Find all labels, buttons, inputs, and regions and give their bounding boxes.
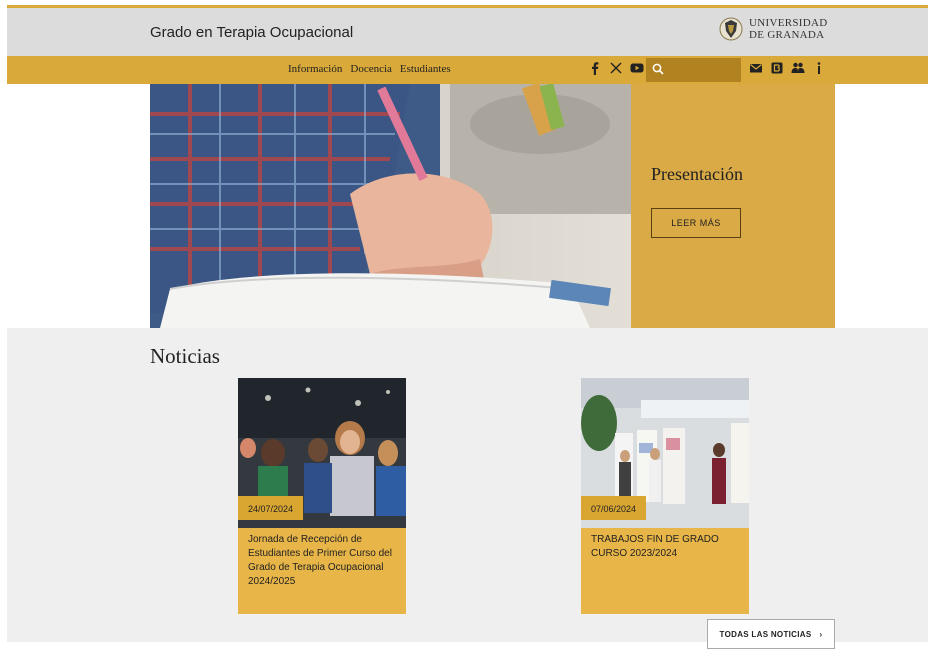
student-writing-photo (150, 84, 631, 328)
university-name: UNIVERSIDAD DE GRANADA (749, 17, 827, 41)
university-logo[interactable]: UNIVERSIDAD DE GRANADA (719, 14, 827, 44)
nav-item-docencia[interactable]: Docencia (350, 63, 392, 75)
news-card-date: 24/07/2024 (238, 496, 304, 520)
info-icon[interactable] (812, 61, 826, 75)
news-card-text: TRABAJOS FIN DE GRADO CURSO 2023/2024 (591, 534, 719, 559)
news-card-text: Jornada de Recepción de Estudiantes de P… (248, 534, 392, 587)
read-more-button[interactable]: LEER MÁS (651, 208, 741, 238)
hero-title: Presentación (651, 164, 743, 184)
mail-icon[interactable] (749, 61, 763, 75)
university-crest-icon (719, 17, 743, 41)
nav-menu: Información Docencia Estudiantes (288, 63, 451, 75)
chevron-right-icon: › (819, 629, 823, 639)
all-news-label: TODAS LAS NOTICIAS (719, 629, 812, 639)
social-links (588, 61, 644, 75)
site-title[interactable]: Grado en Terapia Ocupacional (150, 24, 353, 41)
x-icon[interactable] (609, 61, 623, 75)
search-box[interactable] (646, 58, 741, 82)
facebook-icon[interactable] (588, 61, 602, 75)
search-input[interactable] (668, 60, 740, 80)
site-header: Grado en Terapia Ocupacional UNIVERSIDAD… (7, 8, 928, 56)
people-icon[interactable] (791, 61, 805, 75)
blog-icon[interactable] (770, 61, 784, 75)
news-section: Noticias 24/07/2024 Jornada de Recepción… (7, 328, 928, 649)
news-heading: Noticias (150, 344, 220, 368)
news-card-date: 07/06/2024 (581, 496, 647, 520)
news-card-1[interactable]: 24/07/2024 Jornada de Recepción de Estud… (238, 378, 406, 614)
nav-item-estudiantes[interactable]: Estudiantes (400, 63, 451, 75)
search-icon (652, 63, 664, 75)
hero-image (150, 84, 631, 328)
all-news-button[interactable]: TODAS LAS NOTICIAS › (707, 619, 835, 649)
hero-panel: Presentación LEER MÁS (631, 84, 835, 328)
university-name-line2: DE GRANADA (749, 29, 825, 41)
tool-links (749, 61, 826, 75)
university-name-line1: UNIVERSIDAD (749, 17, 828, 29)
main-navbar: Información Docencia Estudiantes (7, 56, 928, 84)
youtube-icon[interactable] (630, 61, 644, 75)
nav-item-informacion[interactable]: Información (288, 63, 342, 75)
news-card-2[interactable]: 07/06/2024 TRABAJOS FIN DE GRADO CURSO 2… (581, 378, 749, 614)
